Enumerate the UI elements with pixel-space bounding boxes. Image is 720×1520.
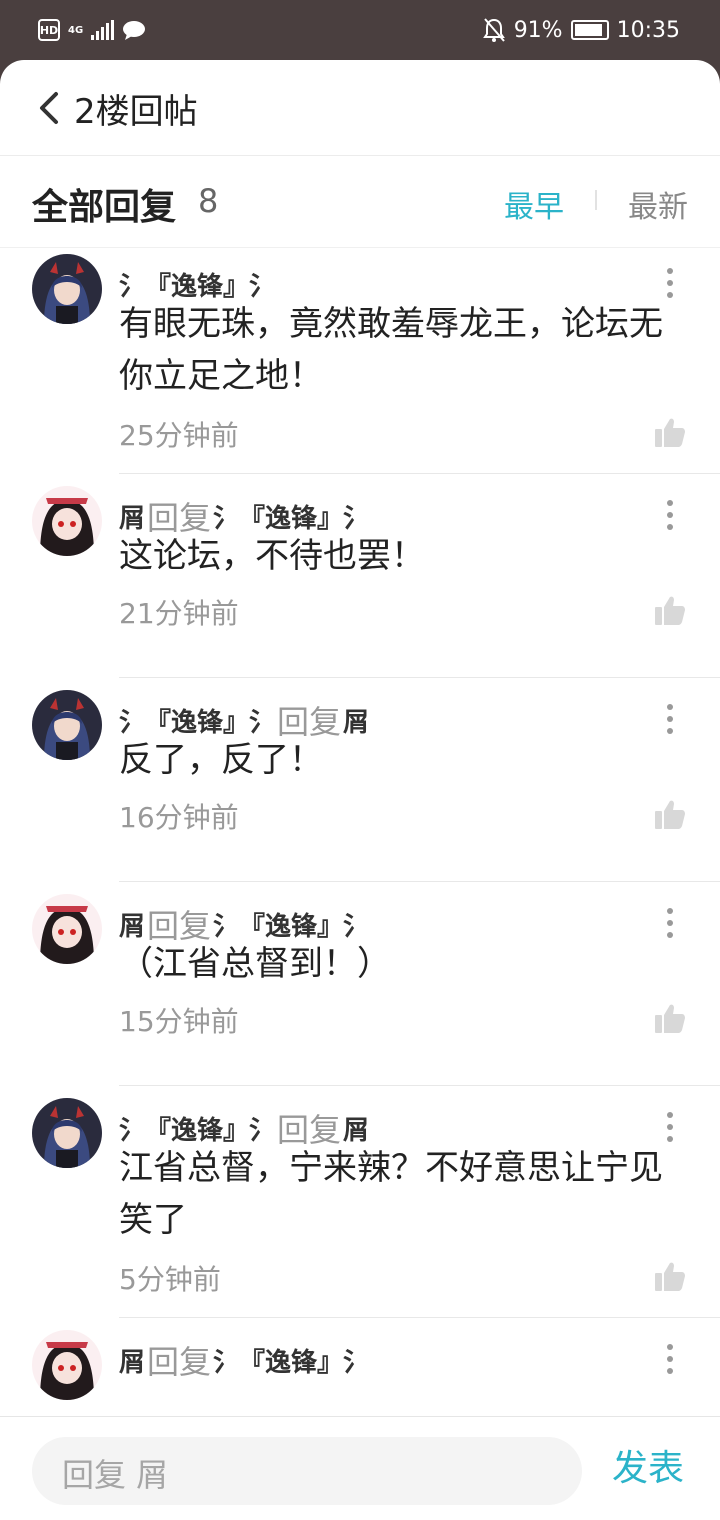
network-type: 4G xyxy=(68,24,84,36)
target-name[interactable]: 氵『逸锋』氵 xyxy=(213,906,369,943)
reply-content: 有眼无珠，竟然敢羞辱龙王，论坛无你立足之地！ xyxy=(119,304,663,396)
reply-input[interactable]: 回复 屑 xyxy=(32,1437,582,1505)
target-name[interactable]: 氵『逸锋』氵 xyxy=(213,1342,369,1379)
more-options-icon[interactable] xyxy=(660,1342,680,1376)
status-left: HD 4G xyxy=(38,16,146,44)
reply-meta: 屑回复 氵『逸锋』氵 xyxy=(119,1340,369,1381)
thumbs-up-icon[interactable] xyxy=(654,1002,686,1034)
avatar[interactable] xyxy=(32,1098,102,1168)
reply-content: 这论坛，不待也罢！ xyxy=(119,536,425,576)
back-arrow-icon[interactable] xyxy=(36,90,64,126)
reply-time: 25分钟前 xyxy=(119,419,239,452)
reply-item[interactable]: 屑回复 氵『逸锋』氵 （江省总督到！） 15分钟前 xyxy=(0,882,720,1086)
reply-item[interactable]: 氵『逸锋』氵 回复屑江省总督，宁来辣？不好意思让宁见笑了 5分钟前 xyxy=(0,1086,720,1318)
avatar[interactable] xyxy=(32,690,102,760)
sort-earliest-button[interactable]: 最早 xyxy=(504,182,564,226)
reply-item[interactable]: 屑回复 氵『逸锋』氵 这论坛，不待也罢！ 21分钟前 xyxy=(0,474,720,678)
reply-list: 氵『逸锋』氵 有眼无珠，竟然敢羞辱龙王，论坛无你立足之地！ 25分钟前屑回复 氵『逸锋… xyxy=(0,248,720,1416)
author-name[interactable]: 屑 xyxy=(119,1342,145,1379)
replies-header: 全部回复 8 最早 最新 xyxy=(0,156,720,248)
reply-content: （江省总督到！） xyxy=(119,944,391,984)
reply-item[interactable]: 氵『逸锋』氵 回复屑反了，反了！ 16分钟前 xyxy=(0,678,720,882)
status-bar: HD 4G 91% 10:35 xyxy=(0,0,720,60)
more-options-icon[interactable] xyxy=(660,266,680,300)
section-title: 全部回复 xyxy=(32,187,177,228)
composer-bar: 回复 屑 发表 xyxy=(0,1416,720,1520)
target-name[interactable]: 屑 xyxy=(343,702,369,739)
reply-time: 5分钟前 xyxy=(119,1263,221,1296)
sort-latest-button[interactable]: 最新 xyxy=(628,182,688,226)
author-name[interactable]: 屑 xyxy=(119,906,145,943)
reply-time: 16分钟前 xyxy=(119,801,239,834)
reply-time: 21分钟前 xyxy=(119,597,239,630)
top-bar: 2楼回帖 xyxy=(0,60,720,156)
reply-item[interactable]: 氵『逸锋』氵 有眼无珠，竟然敢羞辱龙王，论坛无你立足之地！ 25分钟前 xyxy=(0,248,720,474)
avatar[interactable] xyxy=(32,254,102,324)
author-name[interactable]: 氵『逸锋』氵 xyxy=(119,266,275,303)
target-name[interactable]: 氵『逸锋』氵 xyxy=(213,498,369,535)
more-options-icon[interactable] xyxy=(660,498,680,532)
page-title: 2楼回帖 xyxy=(74,92,198,132)
target-name[interactable]: 屑 xyxy=(343,1110,369,1147)
avatar[interactable] xyxy=(32,486,102,556)
reply-count: 8 xyxy=(198,182,219,220)
reply-item[interactable]: 屑回复 氵『逸锋』氵 xyxy=(0,1318,720,1416)
send-button[interactable]: 发表 xyxy=(612,1439,684,1491)
reply-to-label: 回复 xyxy=(147,1343,212,1381)
thumbs-up-icon[interactable] xyxy=(654,1260,686,1292)
reply-input-placeholder: 回复 屑 xyxy=(62,1456,169,1494)
author-name[interactable]: 氵『逸锋』氵 xyxy=(119,702,275,739)
avatar[interactable] xyxy=(32,1330,102,1400)
message-notification-icon xyxy=(123,21,146,40)
signal-icon xyxy=(91,20,115,40)
battery-icon xyxy=(570,20,609,40)
more-options-icon[interactable] xyxy=(660,1110,680,1144)
reply-content: 反了，反了！ xyxy=(119,740,323,780)
thumbs-up-icon[interactable] xyxy=(654,798,686,830)
hd-icon: HD xyxy=(38,19,60,41)
reply-sheet: 2楼回帖 全部回复 8 最早 最新 氵『逸锋』氵 有眼无珠，竟然敢羞辱龙王，论坛无… xyxy=(0,60,720,1520)
thumbs-up-icon[interactable] xyxy=(654,416,686,448)
clock: 10:35 xyxy=(616,17,680,43)
thumbs-up-icon[interactable] xyxy=(654,594,686,626)
author-name[interactable]: 氵『逸锋』氵 xyxy=(119,1110,275,1147)
reply-content: 江省总督，宁来辣？不好意思让宁见笑了 xyxy=(119,1148,663,1240)
sort-divider xyxy=(595,190,597,210)
reply-time: 15分钟前 xyxy=(119,1005,239,1038)
battery-percent: 91% xyxy=(513,17,563,43)
more-options-icon[interactable] xyxy=(660,702,680,736)
avatar[interactable] xyxy=(32,894,102,964)
bell-muted-icon xyxy=(482,18,505,42)
status-right: 91% 10:35 xyxy=(482,14,680,46)
more-options-icon[interactable] xyxy=(660,906,680,940)
author-name[interactable]: 屑 xyxy=(119,498,145,535)
